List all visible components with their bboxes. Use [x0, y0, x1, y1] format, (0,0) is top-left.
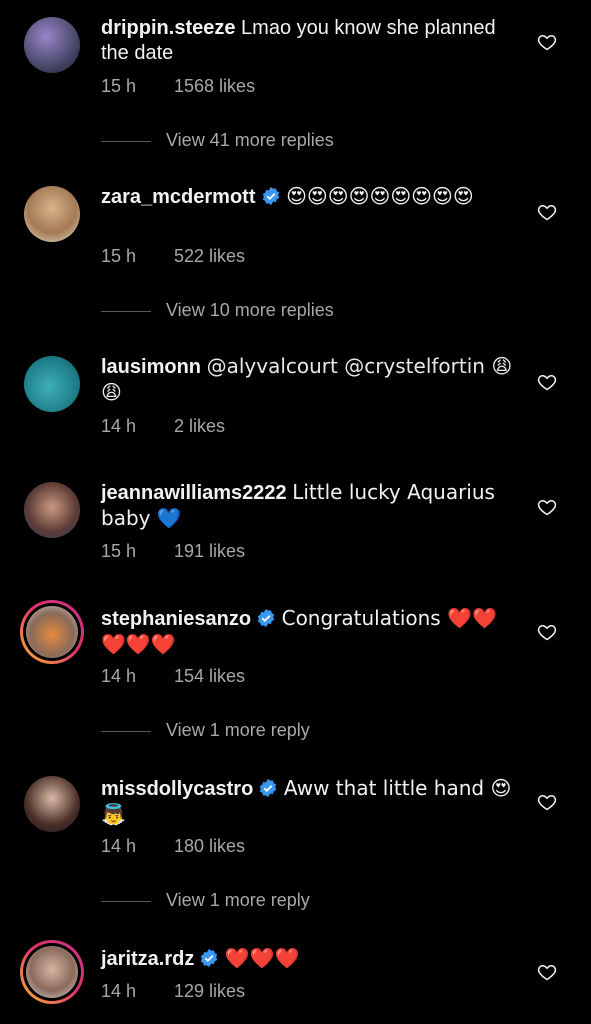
- avatar[interactable]: [24, 17, 80, 73]
- timestamp: 14 h: [101, 981, 137, 1001]
- view-replies-label[interactable]: View 1 more reply: [166, 890, 310, 910]
- comment-meta: 15 h 191 likes: [101, 541, 245, 562]
- comment-meta: 14 h 180 likes: [101, 836, 245, 857]
- verified-badge-icon: [262, 186, 279, 206]
- avatar[interactable]: [24, 776, 80, 832]
- comment-body: jeannawilliams2222 Little lucky Aquarius…: [101, 480, 521, 532]
- avatar-story-ring[interactable]: [20, 940, 84, 1004]
- username[interactable]: drippin.steeze: [101, 17, 235, 39]
- divider: [101, 310, 151, 312]
- avatar: [26, 606, 78, 658]
- avatar: [26, 946, 78, 998]
- avatar[interactable]: [24, 356, 80, 412]
- view-replies[interactable]: View 41 more replies: [101, 130, 334, 151]
- verified-badge-icon: [201, 948, 218, 968]
- heart-outline-icon[interactable]: [537, 202, 557, 222]
- comment-meta: 14 h 154 likes: [101, 666, 245, 687]
- heart-outline-icon[interactable]: [537, 792, 557, 812]
- timestamp: 14 h: [101, 836, 137, 856]
- timestamp: 15 h: [101, 246, 137, 266]
- username[interactable]: stephaniesanzo: [101, 608, 251, 630]
- view-replies[interactable]: View 1 more reply: [101, 890, 310, 911]
- verified-badge-icon: [257, 608, 275, 628]
- comment-text: ❤️❤️❤️: [224, 946, 300, 970]
- view-replies[interactable]: View 1 more reply: [101, 720, 310, 741]
- divider: [101, 140, 151, 142]
- likes-count[interactable]: 2 likes: [174, 416, 225, 437]
- view-replies-label[interactable]: View 10 more replies: [166, 300, 334, 320]
- avatar-story-ring[interactable]: [20, 600, 84, 664]
- view-replies-label[interactable]: View 1 more reply: [166, 720, 310, 740]
- comment-text: 😍😍😍😍😍😍😍😍😍: [286, 184, 474, 208]
- divider: [101, 730, 151, 732]
- avatar[interactable]: [24, 482, 80, 538]
- avatar[interactable]: [24, 186, 80, 242]
- comment-body: missdollycastro Aww that little hand 😍👼: [101, 776, 521, 828]
- comment-meta: 15 h 1568 likes: [101, 76, 255, 97]
- username[interactable]: jeannawilliams2222: [101, 482, 287, 504]
- comment-meta: 14 h 2 likes: [101, 416, 225, 437]
- likes-count[interactable]: 522 likes: [174, 246, 245, 267]
- heart-outline-icon[interactable]: [537, 497, 557, 517]
- comment-body: stephaniesanzo Congratulations ❤️❤️❤️❤️❤…: [101, 606, 521, 658]
- timestamp: 14 h: [101, 666, 137, 686]
- comment-meta: 15 h 522 likes: [101, 246, 245, 267]
- comment-body: drippin.steeze Lmao you know she planned…: [101, 16, 521, 66]
- comment-body: jaritza.rdz ❤️❤️❤️: [101, 946, 521, 972]
- username[interactable]: missdollycastro: [101, 778, 253, 800]
- timestamp: 15 h: [101, 76, 137, 96]
- username[interactable]: jaritza.rdz: [101, 948, 194, 970]
- heart-outline-icon[interactable]: [537, 622, 557, 642]
- view-replies-label[interactable]: View 41 more replies: [166, 130, 334, 150]
- view-replies[interactable]: View 10 more replies: [101, 300, 334, 321]
- likes-count[interactable]: 180 likes: [174, 836, 245, 857]
- heart-outline-icon[interactable]: [537, 962, 557, 982]
- divider: [101, 900, 151, 902]
- likes-count[interactable]: 191 likes: [174, 541, 245, 562]
- comment-body: zara_mcdermott 😍😍😍😍😍😍😍😍😍: [101, 184, 521, 210]
- heart-outline-icon[interactable]: [537, 372, 557, 392]
- timestamp: 15 h: [101, 541, 137, 561]
- comment-body: lausimonn @alyvalcourt @crystelfortin 😩😩: [101, 354, 521, 406]
- comment-meta: 14 h 129 likes: [101, 981, 245, 1002]
- likes-count[interactable]: 1568 likes: [174, 76, 255, 97]
- heart-outline-icon[interactable]: [537, 32, 557, 52]
- username[interactable]: lausimonn: [101, 356, 201, 378]
- likes-count[interactable]: 154 likes: [174, 666, 245, 687]
- verified-badge-icon: [260, 778, 277, 798]
- likes-count[interactable]: 129 likes: [174, 981, 245, 1002]
- timestamp: 14 h: [101, 416, 137, 436]
- username[interactable]: zara_mcdermott: [101, 186, 256, 208]
